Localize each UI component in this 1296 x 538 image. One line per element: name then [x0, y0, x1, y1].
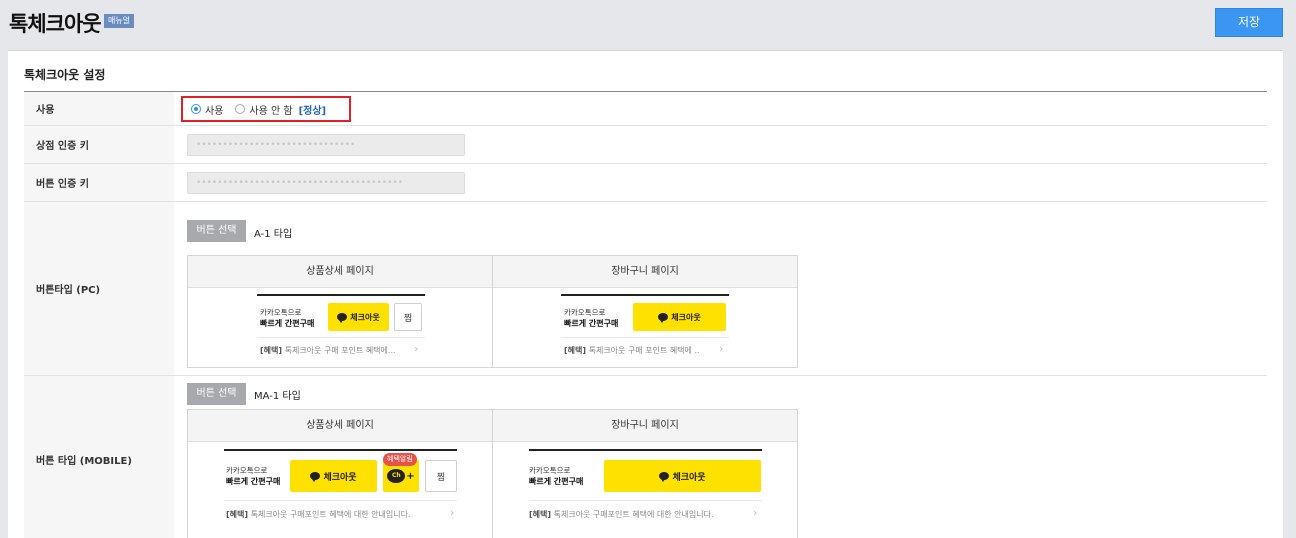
pc-type-name: A-1 타입 [254, 229, 293, 240]
row-label-button-key: 버튼 인증 키 [24, 164, 174, 201]
manual-badge[interactable]: 매뉴얼 [104, 14, 134, 28]
row-pc-type: 버튼타입 (PC) 버튼 선택 A-1 타입 상품상세 페이지 카카오톡으로 빠… [24, 202, 1267, 376]
mobile-preview-detail: 상품상세 페이지 카카오톡으로 빠르게 간편구매 체크아웃 Ch + 혜택알림 … [188, 410, 492, 538]
mobile-type-name: MA-1 타입 [254, 391, 301, 402]
use-radio-group: 사용 사용 안 함 [정상] [181, 96, 351, 122]
mobile-cart-benefit: [혜택] 톡체크아웃 구매포인트 혜택에 대한 안내입니다. [529, 510, 714, 519]
chevron-right-icon[interactable]: › [450, 506, 454, 519]
settings-panel: 톡체크아웃 설정 사용 사용 사용 안 함 [정상] 상점 인증 키 •••••… [8, 50, 1283, 538]
pc-select-button[interactable]: 버튼 선택 [187, 220, 246, 242]
pc-detail-divider [257, 337, 425, 338]
pc-preview: 상품상세 페이지 카카오톡으로 빠르게 간편구매 체크아웃 찜 [혜택] 톡체크… [187, 255, 798, 368]
mobile-detail-promo: 카카오톡으로 빠르게 간편구매 [226, 466, 281, 486]
store-key-input[interactable]: •••••••••••••••••••••••••••••• [187, 134, 465, 156]
row-label-store-key: 상점 인증 키 [24, 126, 174, 163]
mobile-cart-divider [529, 500, 762, 501]
panel-title: 톡체크아웃 설정 [24, 68, 106, 82]
pc-cart-page-title: 장바구니 페이지 [493, 256, 797, 288]
mobile-detail-benefit: [혜택] 톡체크아웃 구매포인트 혜택에 대한 안내입니다. [226, 510, 411, 519]
settings-table: 사용 사용 사용 안 함 [정상] 상점 인증 키 ••••••••••••••… [24, 91, 1267, 538]
pc-cart-promo: 카카오톡으로 빠르게 간편구매 [564, 308, 619, 328]
row-label-use: 사용 [24, 92, 174, 125]
button-key-input[interactable]: ••••••••••••••••••••••••••••••••••••••• [187, 172, 465, 194]
radio-use-label[interactable]: 사용 [205, 102, 223, 117]
radio-not-use-label[interactable]: 사용 안 함 [249, 102, 292, 117]
mobile-preview-cart: 장바구니 페이지 카카오톡으로 빠르게 간편구매 체크아웃 [혜택] 톡체크아웃… [492, 410, 797, 538]
pc-detail-wish-button[interactable]: 찜 [394, 303, 422, 331]
mobile-detail-divider [224, 500, 457, 501]
radio-not-use[interactable] [235, 104, 246, 114]
chevron-right-icon[interactable]: › [414, 342, 418, 355]
row-button-key: 버튼 인증 키 ••••••••••••••••••••••••••••••••… [24, 164, 1267, 202]
benefit-alert-badge: 혜택알림 [383, 453, 417, 466]
mobile-detail-rule [224, 449, 457, 451]
pc-preview-detail: 상품상세 페이지 카카오톡으로 빠르게 간편구매 체크아웃 찜 [혜택] 톡체크… [188, 256, 492, 367]
chevron-right-icon[interactable]: › [719, 342, 723, 355]
mobile-cart-promo: 카카오톡으로 빠르게 간편구매 [529, 466, 584, 486]
mobile-cart-checkout-button[interactable]: 체크아웃 [604, 460, 761, 492]
row-store-key: 상점 인증 키 •••••••••••••••••••••••••••••• [24, 126, 1267, 164]
save-button[interactable]: 저장 [1215, 8, 1283, 37]
row-mobile-type: 버튼 타입 (MOBILE) 버튼 선택 MA-1 타입 상품상세 페이지 카카… [24, 376, 1267, 538]
mobile-detail-checkout-button[interactable]: 체크아웃 [290, 460, 377, 492]
talk-bubble-icon [658, 313, 669, 323]
kakao-channel-icon: Ch [387, 469, 406, 483]
mobile-cart-page-title: 장바구니 페이지 [493, 410, 797, 442]
pc-preview-cart: 장바구니 페이지 카카오톡으로 빠르게 간편구매 체크아웃 [혜택] 톡체크아웃… [492, 256, 797, 367]
row-label-mobile-type: 버튼 타입 (MOBILE) [24, 376, 174, 538]
mobile-cart-rule [529, 449, 762, 451]
status-link[interactable]: [정상] [299, 102, 327, 117]
pc-detail-page-title: 상품상세 페이지 [188, 256, 492, 288]
pc-cart-benefit: [혜택] 톡체크아웃 구매 포인트 혜택에 .. [564, 346, 700, 355]
pc-detail-benefit: [혜택] 톡체크아웃 구매 포인트 혜택에... [260, 346, 396, 355]
page-title: 톡체크아웃 [9, 12, 102, 36]
mobile-preview: 상품상세 페이지 카카오톡으로 빠르게 간편구매 체크아웃 Ch + 혜택알림 … [187, 409, 798, 538]
pc-detail-checkout-button[interactable]: 체크아웃 [328, 303, 389, 331]
radio-use[interactable] [191, 104, 201, 114]
mobile-detail-page-title: 상품상세 페이지 [188, 410, 492, 442]
plus-icon: + [406, 470, 415, 482]
pc-cart-divider [561, 337, 729, 338]
talk-bubble-icon [337, 313, 348, 323]
talk-bubble-icon [659, 472, 670, 482]
pc-cart-rule [561, 294, 729, 296]
mobile-select-button[interactable]: 버튼 선택 [187, 383, 246, 405]
talk-bubble-icon [310, 472, 321, 482]
pc-cart-checkout-button[interactable]: 체크아웃 [633, 303, 726, 331]
chevron-right-icon[interactable]: › [753, 506, 757, 519]
row-label-pc-type: 버튼타입 (PC) [24, 202, 174, 375]
pc-detail-promo: 카카오톡으로 빠르게 간편구매 [260, 308, 315, 328]
pc-detail-rule [257, 294, 425, 296]
mobile-detail-wish-button[interactable]: 찜 [425, 460, 457, 492]
row-use: 사용 사용 사용 안 함 [정상] [24, 92, 1267, 126]
